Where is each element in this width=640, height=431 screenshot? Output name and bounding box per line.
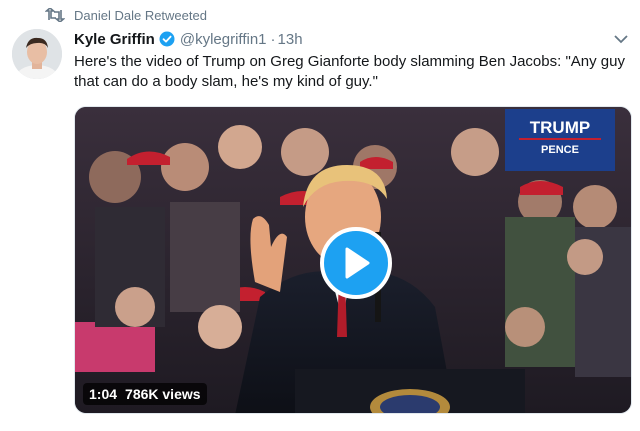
author-handle[interactable]: @kylegriffin1 (180, 31, 267, 48)
tweet-header: Kyle Griffin @kylegriffin1 · 13h (74, 29, 303, 49)
tweet-text: Here's the video of Trump on Greg Gianfo… (74, 53, 625, 90)
video-info-overlay: 1:04 786K views (83, 383, 207, 405)
tweet-timestamp[interactable]: 13h (278, 31, 303, 48)
retweet-icon (44, 7, 66, 23)
author-name[interactable]: Kyle Griffin (74, 31, 155, 48)
retweeted-by-text: Daniel Dale Retweeted (74, 7, 207, 23)
time-separator: · (270, 30, 276, 48)
verified-badge-icon (159, 31, 175, 47)
avatar[interactable] (12, 29, 62, 79)
chevron-down-icon[interactable] (612, 30, 630, 48)
video-view-count: 786K views (125, 386, 201, 402)
play-icon (345, 247, 370, 279)
video-player[interactable]: TRUMP PENCE 1:04 786K views (74, 106, 632, 414)
play-button[interactable] (320, 227, 392, 299)
sign-text: TRUMP (530, 118, 590, 137)
video-duration: 1:04 (89, 386, 118, 402)
sign-subtext: PENCE (541, 144, 579, 156)
retweet-context[interactable]: Daniel Dale Retweeted (44, 6, 207, 24)
